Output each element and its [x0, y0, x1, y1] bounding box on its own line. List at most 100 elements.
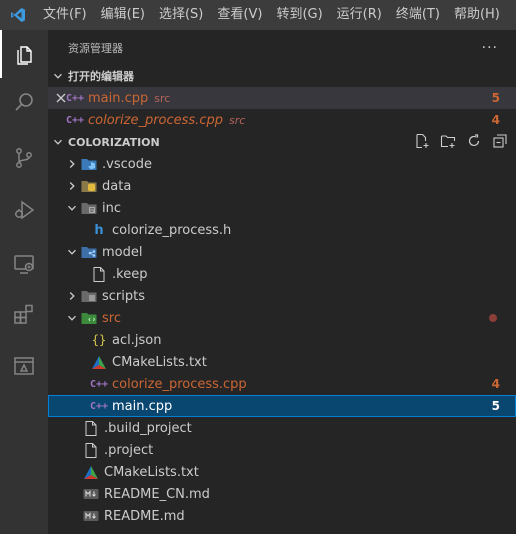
explorer-title: 资源管理器 [68, 41, 123, 55]
tree-item-label: colorize_process.cpp [112, 376, 247, 392]
tree-item-label: CMakeLists.txt [104, 464, 199, 480]
explorer-icon[interactable] [0, 30, 48, 78]
menu-edit[interactable]: 编辑(E) [94, 0, 152, 30]
menu-go[interactable]: 转到(G) [269, 0, 329, 30]
file-icon [90, 266, 108, 282]
more-actions-icon[interactable]: ··· [482, 40, 498, 56]
open-editor-folder: src [228, 113, 246, 127]
markdown-file-icon [82, 508, 100, 524]
tree-file-readme-cn[interactable]: README_CN.md [48, 483, 516, 505]
tree-item-label: .project [104, 442, 154, 458]
markdown-file-icon [82, 486, 100, 502]
menu-terminal[interactable]: 终端(T) [389, 0, 447, 30]
tree-item-label: CMakeLists.txt [112, 354, 207, 370]
close-icon[interactable] [48, 93, 66, 103]
source-control-icon[interactable] [0, 134, 48, 182]
menu-help[interactable]: 帮助(H) [447, 0, 507, 30]
open-editor-filename: main.cpp [88, 90, 149, 106]
tree-file-readme[interactable]: README.md [48, 505, 516, 527]
chevron-down-icon [64, 247, 80, 257]
vscode-folder-icon [80, 156, 98, 172]
new-file-icon[interactable] [414, 133, 430, 152]
tree-item-label: .vscode [102, 156, 152, 172]
json-file-icon: {} [91, 333, 107, 347]
cmake-file-icon [82, 464, 100, 480]
explorer-sidebar: 资源管理器 ··· 打开的编辑器 C++ main.cpp src 5 C++ … [48, 30, 516, 534]
open-editor-colorize-process-cpp[interactable]: C++ colorize_process.cpp src 4 [48, 109, 516, 131]
open-editor-main-cpp[interactable]: C++ main.cpp src 5 [48, 87, 516, 109]
collapse-all-icon[interactable] [492, 133, 508, 152]
tree-item-label: .build_project [104, 420, 192, 436]
remote-explorer-icon[interactable] [0, 240, 48, 288]
chevron-right-icon [64, 181, 80, 191]
open-editor-folder: src [154, 91, 171, 105]
tree-file-colorize-process-h[interactable]: h colorize_process.h [48, 219, 516, 241]
file-icon [82, 420, 100, 436]
run-debug-icon[interactable] [0, 186, 48, 234]
include-folder-icon [80, 200, 98, 216]
explorer-header: 资源管理器 ··· [48, 30, 516, 65]
tree-item-label: scripts [102, 288, 145, 304]
file-icon [82, 442, 100, 458]
menu-run[interactable]: 运行(R) [330, 0, 389, 30]
chevron-down-icon [48, 71, 68, 81]
workspace-actions [414, 131, 508, 153]
tree-item-label: colorize_process.h [112, 222, 232, 238]
tree-folder-data[interactable]: data [48, 175, 516, 197]
header-file-icon: h [94, 222, 104, 238]
tree-item-label: src [102, 310, 121, 326]
chevron-down-icon [64, 313, 80, 323]
menu-selection[interactable]: 选择(S) [152, 0, 210, 30]
chevron-down-icon [64, 203, 80, 213]
chevron-right-icon [64, 159, 80, 169]
activity-bar [0, 30, 48, 534]
cpp-file-icon: C++ [89, 400, 109, 412]
tree-file-project[interactable]: .project [48, 439, 516, 461]
tree-item-label: data [102, 178, 132, 194]
new-folder-icon[interactable] [440, 133, 456, 152]
tree-item-label: main.cpp [112, 398, 173, 414]
tree-file-build-project[interactable]: .build_project [48, 417, 516, 439]
tree-folder-inc[interactable]: inc [48, 197, 516, 219]
tree-file-cmakelists-root[interactable]: CMakeLists.txt [48, 461, 516, 483]
cmake-file-icon [90, 354, 108, 370]
problem-count-badge: 4 [491, 113, 500, 127]
menu-file[interactable]: 文件(F) [36, 0, 94, 30]
tree-file-keep[interactable]: .keep [48, 263, 516, 285]
chevron-right-icon [64, 291, 80, 301]
problem-count-badge: 4 [491, 377, 500, 391]
tree-folder-scripts[interactable]: scripts [48, 285, 516, 307]
chevron-down-icon [48, 137, 68, 147]
tree-item-label: inc [102, 200, 121, 216]
workspace-header[interactable]: COLORIZATION [48, 131, 516, 153]
menu-view[interactable]: 查看(V) [210, 0, 269, 30]
tree-file-main-cpp[interactable]: C++ main.cpp 5 [48, 395, 516, 417]
menu-bar: 文件(F) 编辑(E) 选择(S) 查看(V) 转到(G) 运行(R) 终端(T… [36, 0, 507, 30]
data-folder-icon [80, 178, 98, 194]
tree-item-label: acl.json [112, 332, 162, 348]
tree-folder-src[interactable]: src [48, 307, 516, 329]
tree-item-label: model [102, 244, 143, 260]
open-editor-filename: colorize_process.cpp [88, 112, 223, 128]
src-folder-icon [80, 310, 98, 326]
title-bar: 文件(F) 编辑(E) 选择(S) 查看(V) 转到(G) 运行(R) 终端(T… [0, 0, 516, 30]
modified-indicator-dot [489, 314, 497, 322]
workspace-title: COLORIZATION [68, 135, 160, 149]
tree-folder-model[interactable]: model [48, 241, 516, 263]
tree-file-cmakelists-src[interactable]: CMakeLists.txt [48, 351, 516, 373]
open-editors-header[interactable]: 打开的编辑器 [48, 65, 516, 87]
tree-item-label: README_CN.md [104, 486, 210, 502]
ascend-icon[interactable] [0, 342, 48, 390]
tree-item-label: .keep [112, 266, 148, 282]
search-icon[interactable] [0, 78, 48, 126]
tree-file-colorize-process-cpp[interactable]: C++ colorize_process.cpp 4 [48, 373, 516, 395]
extensions-icon[interactable] [0, 290, 48, 338]
problem-count-badge: 5 [491, 91, 500, 105]
cpp-file-icon: C++ [89, 378, 109, 390]
vscode-logo-icon [0, 0, 36, 30]
tree-file-acl-json[interactable]: {} acl.json [48, 329, 516, 351]
scripts-folder-icon [80, 288, 98, 304]
problem-count-badge: 5 [491, 399, 500, 413]
refresh-icon[interactable] [466, 133, 482, 152]
tree-folder-vscode[interactable]: .vscode [48, 153, 516, 175]
